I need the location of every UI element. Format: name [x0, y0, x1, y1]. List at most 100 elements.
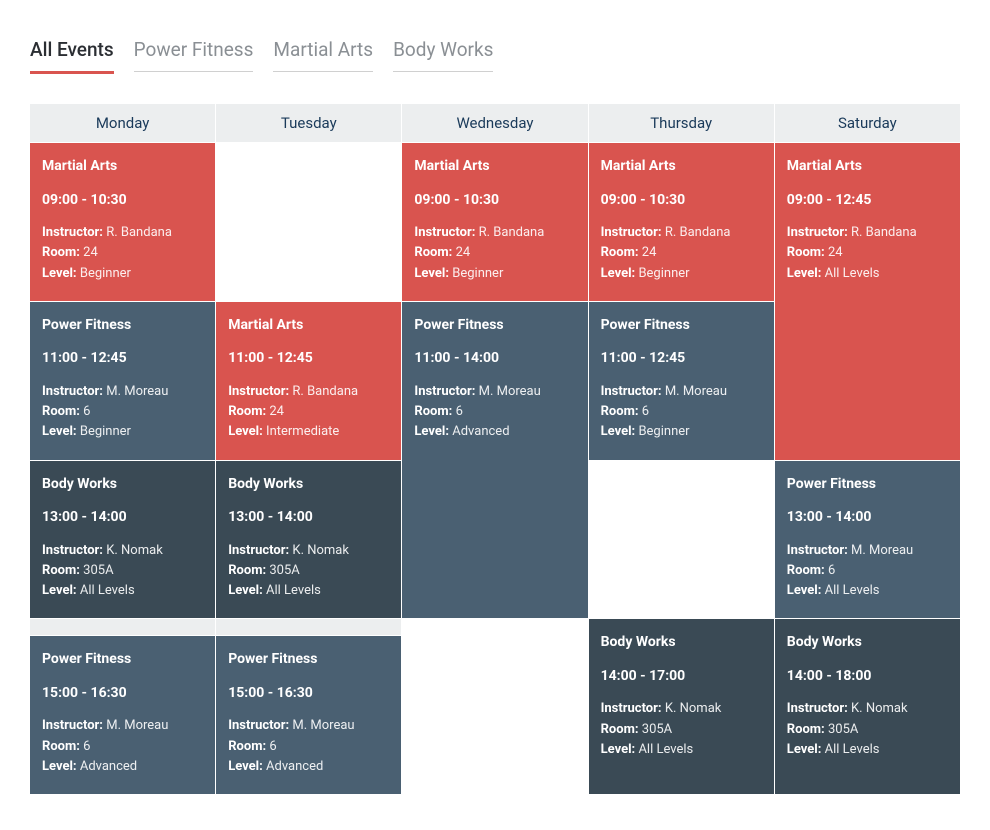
event-title: Martial Arts: [601, 157, 762, 177]
level-label: Level:: [414, 266, 449, 281]
event-time: 13:00 - 14:00: [42, 508, 203, 528]
event-cell[interactable]: Power Fitness15:00 - 16:30Instructor: M.…: [30, 636, 215, 794]
room-label: Room:: [601, 722, 639, 737]
tab-body-works[interactable]: Body Works: [393, 30, 493, 74]
event-time: 09:00 - 10:30: [414, 191, 575, 211]
event-meta: Instructor: K. NomakRoom: 305ALevel: All…: [42, 542, 203, 601]
schedule-grid: MondayTuesdayWednesdayThursdaySaturdayMa…: [30, 104, 960, 794]
room-value: 305A: [828, 722, 858, 737]
instructor-value: K. Nomak: [292, 543, 349, 558]
instructor-label: Instructor:: [787, 701, 848, 716]
room-value: 6: [828, 563, 835, 578]
instructor-label: Instructor:: [787, 543, 848, 558]
event-cell[interactable]: Body Works 13:00 - 14:00 Instructor: K. No…: [216, 461, 401, 619]
event-meta: Instructor: R. BandanaRoom: 24Level: Beg…: [601, 224, 762, 283]
level-value: Advanced: [266, 759, 323, 774]
event-title: Martial Arts: [414, 157, 575, 177]
room-value: 305A: [642, 722, 672, 737]
event-meta: Instructor: R. BandanaRoom: 24Level: Beg…: [42, 224, 203, 283]
event-meta: Instructor: M. MoreauRoom: 6Level: Advan…: [228, 717, 389, 776]
level-label: Level:: [228, 583, 263, 598]
event-title: Body Works: [228, 475, 389, 495]
level-value: Beginner: [638, 424, 689, 439]
event-cell[interactable]: Body Works14:00 - 17:00Instructor: K. No…: [589, 619, 774, 794]
event-meta: Instructor: M. MoreauRoom: 6Level: Advan…: [42, 717, 203, 776]
room-value: 24: [828, 245, 843, 260]
event-cell[interactable]: Power Fitness15:00 - 16:30Instructor: M.…: [216, 636, 401, 794]
instructor-label: Instructor:: [228, 543, 289, 558]
level-value: All Levels: [266, 583, 321, 598]
level-label: Level:: [601, 742, 636, 757]
instructor-label: Instructor:: [42, 543, 103, 558]
room-label: Room:: [42, 404, 80, 419]
instructor-label: Instructor:: [601, 384, 662, 399]
instructor-label: Instructor:: [787, 225, 848, 240]
event-cell[interactable]: Power Fitness11:00 - 12:45Instructor: M.…: [589, 302, 774, 460]
event-time: 14:00 - 17:00: [601, 667, 762, 687]
instructor-value: R. Bandana: [851, 225, 917, 240]
instructor-value: K. Nomak: [665, 701, 722, 716]
level-value: Beginner: [80, 424, 131, 439]
event-meta: Instructor: M. MoreauRoom: 6Level: Begin…: [601, 383, 762, 442]
event-title: Body Works: [787, 633, 948, 653]
room-label: Room:: [414, 245, 452, 260]
room-label: Room:: [787, 563, 825, 578]
event-cell[interactable]: Martial Arts11:00 - 12:45Instructor: R. …: [216, 302, 401, 460]
room-label: Room:: [42, 245, 80, 260]
level-label: Level:: [228, 424, 263, 439]
level-value: All Levels: [80, 583, 135, 598]
event-meta: Instructor: R. BandanaRoom: 24Level: Int…: [228, 383, 389, 442]
event-cell[interactable]: Martial Arts09:00 - 12:45Instructor: R. …: [775, 143, 960, 460]
instructor-value: R. Bandana: [479, 225, 545, 240]
tab-power-fitness[interactable]: Power Fitness: [134, 30, 254, 74]
tab-martial-arts[interactable]: Martial Arts: [273, 30, 373, 74]
level-label: Level:: [787, 742, 822, 757]
level-value: Beginner: [452, 266, 503, 281]
event-cell[interactable]: Body Works13:00 - 14:00Instructor: K. No…: [30, 461, 215, 619]
event-time: 13:00 - 14:00: [787, 508, 948, 528]
instructor-label: Instructor:: [42, 225, 103, 240]
level-label: Level:: [601, 266, 636, 281]
event-cell[interactable]: Power Fitness13:00 - 14:00Instructor: M.…: [775, 461, 960, 619]
event-meta: Instructor: K. Nomak Room: 305A Level: All…: [228, 542, 389, 601]
event-meta: Instructor: K. NomakRoom: 305ALevel: All…: [787, 700, 948, 759]
level-value: All Levels: [825, 742, 880, 757]
instructor-value: R. Bandana: [665, 225, 731, 240]
day-header-wednesday: Wednesday: [402, 104, 587, 142]
room-value: 6: [83, 739, 90, 754]
level-label: Level:: [228, 759, 263, 774]
room-value: 305A: [83, 563, 113, 578]
event-meta: Instructor: M. MoreauRoom: 6Level: All L…: [787, 542, 948, 601]
instructor-value: M. Moreau: [106, 384, 168, 399]
event-cell[interactable]: Body Works14:00 - 18:00Instructor: K. No…: [775, 619, 960, 794]
empty-cell: [402, 636, 587, 794]
tab-all-events[interactable]: All Events: [30, 30, 114, 74]
room-label: Room:: [228, 739, 266, 754]
room-label: Room:: [228, 563, 266, 578]
event-cell[interactable]: Martial Arts09:00 - 10:30Instructor: R. …: [30, 143, 215, 301]
event-time: 11:00 - 12:45: [228, 349, 389, 369]
event-time: 09:00 - 10:30: [601, 191, 762, 211]
event-time: 13:00 - 14:00: [228, 508, 389, 528]
event-cell[interactable]: Martial Arts09:00 - 10:30Instructor: R. …: [589, 143, 774, 301]
room-value: 24: [269, 404, 284, 419]
event-meta: Instructor: R. BandanaRoom: 24Level: All…: [787, 224, 948, 283]
room-label: Room:: [228, 404, 266, 419]
instructor-label: Instructor:: [601, 701, 662, 716]
event-cell[interactable]: Power Fitness11:00 - 12:45Instructor: M.…: [30, 302, 215, 460]
room-value: 24: [83, 245, 98, 260]
event-cell[interactable]: Power Fitness11:00 - 14:00Instructor: M.…: [402, 302, 587, 619]
room-value: 305A: [269, 563, 299, 578]
level-label: Level:: [787, 583, 822, 598]
event-time: 09:00 - 12:45: [787, 191, 948, 211]
level-label: Level:: [42, 583, 77, 598]
level-value: Beginner: [638, 266, 689, 281]
level-label: Level:: [601, 424, 636, 439]
room-label: Room:: [601, 245, 639, 260]
event-title: Martial Arts: [228, 316, 389, 336]
event-meta: Instructor: M. MoreauRoom: 6Level: Begin…: [42, 383, 203, 442]
day-header-monday: Monday: [30, 104, 215, 142]
level-label: Level:: [42, 759, 77, 774]
event-time: 11:00 - 12:45: [601, 349, 762, 369]
event-cell[interactable]: Martial Arts09:00 - 10:30Instructor: R. …: [402, 143, 587, 301]
